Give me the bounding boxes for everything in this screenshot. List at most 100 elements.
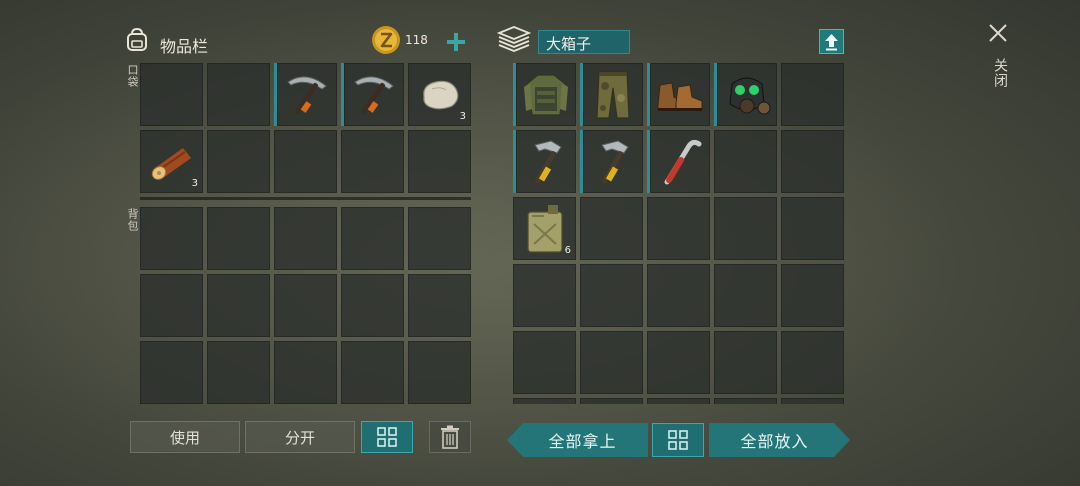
boots-icon xyxy=(657,81,703,111)
box-slot-crowbar[interactable] xyxy=(647,130,710,193)
box-slot-empty[interactable] xyxy=(580,331,643,394)
log-icon xyxy=(151,147,191,180)
backpack-slot-empty[interactable] xyxy=(341,274,404,337)
pocket-slot-log[interactable]: 3 xyxy=(140,130,203,193)
grid-sort-icon xyxy=(668,430,688,450)
camo-pants-icon xyxy=(596,70,630,119)
jerrycan-icon xyxy=(526,204,563,253)
backpack-slot-empty[interactable] xyxy=(341,341,404,404)
backpack-slot-empty[interactable] xyxy=(274,274,337,337)
close-label[interactable]: 关闭 xyxy=(990,58,1010,88)
box-title: 大箱子 xyxy=(546,35,592,53)
item-quantity: 3 xyxy=(191,178,198,189)
backpack-slot-empty[interactable] xyxy=(408,274,471,337)
put-all-button[interactable]: 全部放入 xyxy=(709,423,850,457)
box-grid: 6 xyxy=(513,63,844,404)
pocket-slot-empty[interactable] xyxy=(274,130,337,193)
upload-button[interactable] xyxy=(819,29,844,54)
backpack-slot-empty[interactable] xyxy=(207,207,270,270)
backpack-slot-empty[interactable] xyxy=(207,341,270,404)
take-all-label: 全部拿上 xyxy=(548,432,617,451)
currency-amount: 118 xyxy=(405,33,428,47)
box-slot-empty[interactable] xyxy=(647,197,710,260)
box-slot-empty[interactable] xyxy=(714,331,777,394)
put-all-label: 全部放入 xyxy=(740,432,809,451)
pickaxe-icon xyxy=(354,75,394,114)
box-slot-empty[interactable] xyxy=(781,63,844,126)
trash-icon xyxy=(441,425,459,449)
take-all-button[interactable]: 全部拿上 xyxy=(507,423,648,457)
box-slot-armor-vest[interactable] xyxy=(513,63,576,126)
armor-vest-icon xyxy=(524,73,568,116)
crowbar-icon xyxy=(664,139,702,184)
box-slot-empty[interactable] xyxy=(714,264,777,327)
backpack-label: 背包 xyxy=(126,208,139,232)
pocket-slot-pickaxe[interactable] xyxy=(341,63,404,126)
box-slot-empty[interactable] xyxy=(647,264,710,327)
box-slot-empty[interactable] xyxy=(714,398,777,404)
box-slot-empty[interactable] xyxy=(781,331,844,394)
pockets-label: 口袋 xyxy=(126,64,139,88)
box-slot-empty[interactable] xyxy=(513,264,576,327)
backpack-slot-empty[interactable] xyxy=(274,341,337,404)
box-slot-jerrycan[interactable]: 6 xyxy=(513,197,576,260)
backpack-slot-empty[interactable] xyxy=(140,274,203,337)
backpack-grid xyxy=(140,207,471,404)
pocket-slot-empty[interactable] xyxy=(140,63,203,126)
gold-coin-icon xyxy=(372,26,400,54)
box-slot-empty[interactable] xyxy=(647,331,710,394)
box-slot-empty[interactable] xyxy=(647,398,710,404)
section-divider xyxy=(140,197,471,200)
upload-arrow-icon xyxy=(825,34,838,51)
backpack-slot-empty[interactable] xyxy=(274,207,337,270)
backpack-slot-empty[interactable] xyxy=(408,341,471,404)
box-slot-empty[interactable] xyxy=(580,398,643,404)
box-slot-empty[interactable] xyxy=(580,197,643,260)
backpack-slot-empty[interactable] xyxy=(140,207,203,270)
backpack-slot-empty[interactable] xyxy=(408,207,471,270)
box-slot-hammer[interactable] xyxy=(580,130,643,193)
backpack-slot-empty[interactable] xyxy=(207,274,270,337)
gas-mask-icon xyxy=(729,77,771,114)
pocket-slot-empty[interactable] xyxy=(207,130,270,193)
trash-button[interactable] xyxy=(429,421,471,453)
sort-inventory-button[interactable] xyxy=(361,421,413,453)
pockets-grid: 33 xyxy=(140,63,471,193)
plus-icon[interactable] xyxy=(446,32,466,52)
box-slot-empty[interactable] xyxy=(714,130,777,193)
backpack-slot-empty[interactable] xyxy=(140,341,203,404)
box-slot-empty[interactable] xyxy=(513,398,576,404)
backpack-icon xyxy=(127,27,147,51)
sort-box-button[interactable] xyxy=(652,423,704,457)
hammer-icon xyxy=(601,139,629,183)
box-slot-empty[interactable] xyxy=(781,398,844,404)
use-button[interactable]: 使用 xyxy=(130,421,240,453)
box-slot-hammer[interactable] xyxy=(513,130,576,193)
box-slot-empty[interactable] xyxy=(781,130,844,193)
grid-sort-icon xyxy=(377,427,397,447)
box-slot-empty[interactable] xyxy=(781,264,844,327)
box-slot-empty[interactable] xyxy=(580,264,643,327)
close-icon[interactable] xyxy=(987,22,1009,44)
pocket-slot-empty[interactable] xyxy=(341,130,404,193)
box-slot-empty[interactable] xyxy=(714,197,777,260)
item-quantity: 3 xyxy=(459,111,466,122)
pocket-slot-pickaxe[interactable] xyxy=(274,63,337,126)
inventory-title: 物品栏 xyxy=(160,37,209,56)
box-slot-camo-pants[interactable] xyxy=(580,63,643,126)
box-title-field[interactable]: 大箱子 xyxy=(538,30,630,54)
pocket-slot-empty[interactable] xyxy=(207,63,270,126)
pickaxe-icon xyxy=(287,75,327,114)
box-slot-gas-mask[interactable] xyxy=(714,63,777,126)
split-button[interactable]: 分开 xyxy=(245,421,355,453)
item-quantity: 6 xyxy=(564,245,571,256)
box-slot-empty[interactable] xyxy=(513,331,576,394)
pocket-slot-empty[interactable] xyxy=(408,130,471,193)
stone-icon xyxy=(422,80,458,109)
box-slot-boots[interactable] xyxy=(647,63,710,126)
hammer-icon xyxy=(534,139,562,183)
box-stack-icon xyxy=(497,26,531,52)
pocket-slot-stone[interactable]: 3 xyxy=(408,63,471,126)
backpack-slot-empty[interactable] xyxy=(341,207,404,270)
box-slot-empty[interactable] xyxy=(781,197,844,260)
